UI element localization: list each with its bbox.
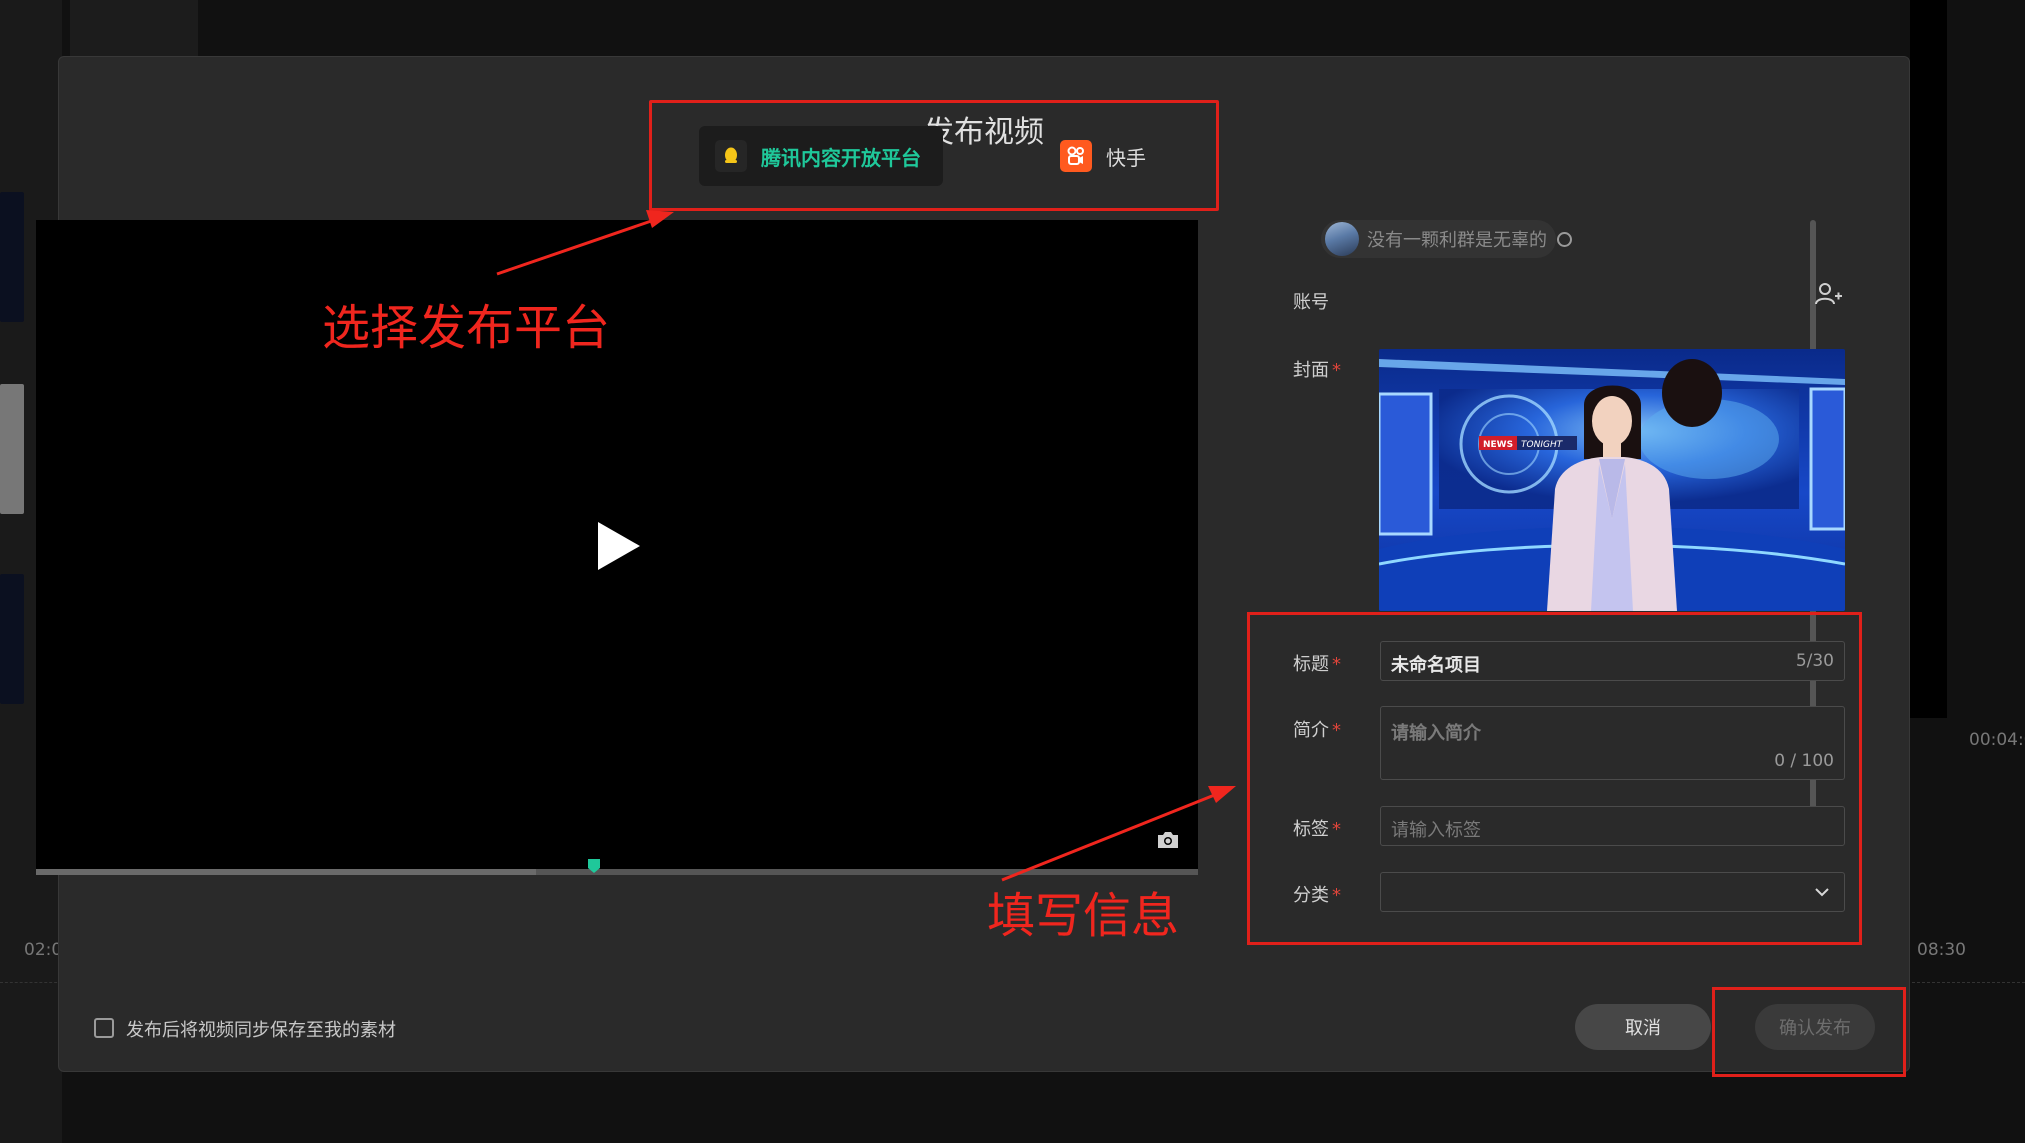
intro-char-count: 0 / 100 <box>1774 751 1834 771</box>
title-label: 标题 * <box>1293 654 1341 675</box>
platform-tab-label: 腾讯内容开放平台 <box>761 145 921 170</box>
timeline-timestamp: 02:0 <box>24 940 63 960</box>
title-char-count: 5/30 <box>1795 651 1834 671</box>
bg-thumbnail <box>0 384 24 514</box>
add-account-icon[interactable] <box>1815 282 1843 306</box>
timeline-timestamp: 08:30 <box>1917 940 1966 960</box>
platform-selector-highlight: 腾讯内容开放平台 快手 <box>649 100 1219 211</box>
timeline-timestamp: 00:04:0 <box>1969 730 2025 750</box>
category-label: 分类 * <box>1293 885 1341 906</box>
news-banner-text: TONIGHT <box>1521 440 1564 450</box>
tags-input[interactable]: 请输入标签 <box>1380 806 1845 846</box>
intro-label: 简介 * <box>1293 720 1341 741</box>
bg-thumbnail <box>0 192 24 322</box>
play-icon[interactable] <box>596 520 642 572</box>
cancel-button[interactable]: 取消 <box>1575 1004 1711 1050</box>
cover-thumbnail[interactable]: NEWS TONIGHT <box>1379 349 1845 611</box>
sync-material-label: 发布后将视频同步保存至我的素材 <box>126 1020 396 1041</box>
chevron-down-icon <box>1815 888 1829 897</box>
bg-thumbnail <box>0 574 24 704</box>
timeline-ticks <box>1912 975 2025 983</box>
annotation-fill-info: 填写信息 <box>987 888 1180 944</box>
platform-tab-kuaishou[interactable]: 快手 <box>1050 126 1190 186</box>
avatar <box>1325 222 1359 256</box>
progress-handle[interactable] <box>587 858 601 874</box>
platform-tab-label: 快手 <box>1106 145 1146 170</box>
editor-top-strip <box>70 0 198 56</box>
intro-placeholder: 请输入简介 <box>1391 723 1481 744</box>
sync-material-checkbox[interactable] <box>94 1018 114 1038</box>
timeline-ticks <box>0 975 62 983</box>
title-value: 未命名项目 <box>1391 655 1481 676</box>
video-progress-bar[interactable] <box>36 869 1198 875</box>
intro-textarea[interactable]: 请输入简介 0 / 100 <box>1380 706 1845 780</box>
tencent-qq-icon <box>715 140 747 172</box>
account-selector[interactable]: 没有一颗利群是无辜的 <box>1321 220 1572 258</box>
tags-label: 标签 * <box>1293 819 1341 840</box>
annotation-choose-platform: 选择发布平台 <box>322 300 611 356</box>
progress-fill <box>36 869 536 875</box>
confirm-publish-button[interactable]: 确认发布 <box>1755 1004 1875 1050</box>
account-name: 没有一颗利群是无辜的 <box>1367 230 1547 251</box>
platform-tab-tencent[interactable]: 腾讯内容开放平台 <box>699 126 943 186</box>
camera-snapshot-icon[interactable] <box>1156 830 1180 850</box>
cover-label: 封面 * <box>1293 360 1341 381</box>
editor-preview-panel <box>1910 0 1947 718</box>
tags-placeholder: 请输入标签 <box>1391 820 1481 841</box>
news-banner-text: NEWS <box>1483 440 1513 450</box>
category-select[interactable] <box>1380 872 1845 912</box>
kuaishou-icon <box>1060 140 1092 172</box>
account-radio[interactable] <box>1557 231 1572 247</box>
account-label: 账号 <box>1293 292 1329 313</box>
video-preview[interactable] <box>36 220 1198 870</box>
title-input[interactable]: 未命名项目 5/30 <box>1380 641 1845 681</box>
news-anchor-image: NEWS TONIGHT <box>1379 349 1845 611</box>
